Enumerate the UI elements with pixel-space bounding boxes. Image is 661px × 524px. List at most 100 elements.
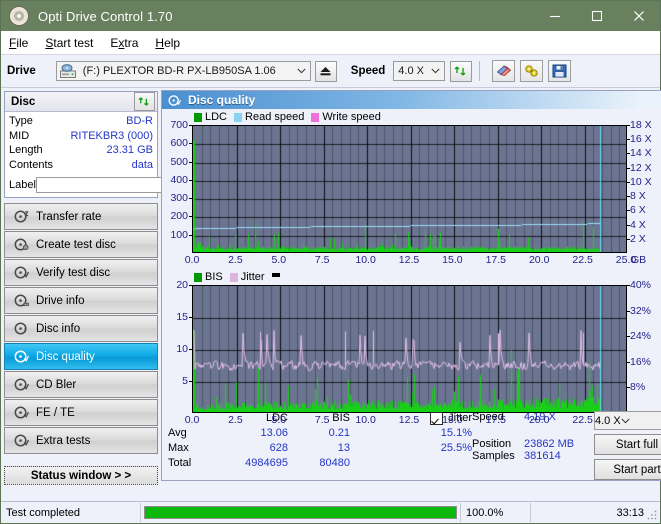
disc-row-length: Length 23.31 GB <box>9 143 153 158</box>
progress-bar <box>144 506 457 519</box>
x-tick-label: 12.5 <box>398 254 420 266</box>
test-speed-select[interactable]: 4.0 X <box>594 411 661 430</box>
x-tick-label: 10.0 <box>355 414 376 426</box>
legend-item-write-speed: Write speed <box>311 111 381 123</box>
sidebar-item-extra-tests[interactable]: Extra tests <box>4 427 158 454</box>
minimize-button[interactable] <box>534 1 576 31</box>
disc-extra-icon <box>10 433 32 448</box>
y2-tick-mark <box>627 224 630 226</box>
menu-help[interactable]: Help <box>155 36 180 50</box>
y-tick-mark <box>189 179 192 181</box>
status-window-button[interactable]: Status window > > <box>4 466 158 485</box>
x-tick-label: 2.5 <box>228 254 243 266</box>
y-tick-label: 700 <box>170 119 188 131</box>
disc-row-mid-key: MID <box>9 129 30 142</box>
disc-bler-icon <box>10 377 32 392</box>
menu-file[interactable]: File <box>9 36 28 50</box>
legend-swatch-ldc <box>194 112 202 122</box>
x-tick-label: 0.0 <box>184 414 200 426</box>
erase-button[interactable] <box>492 60 516 82</box>
window-controls <box>534 1 660 31</box>
stats-row-max-label: Max <box>168 442 189 454</box>
x-tick-label: 12.5 <box>398 414 420 426</box>
sidebar-item-disc-info[interactable]: Disc info <box>4 315 158 342</box>
save-button[interactable] <box>548 60 572 82</box>
menu-extra[interactable]: Extra <box>110 36 138 50</box>
sidebar-item-verify-test-disc[interactable]: Verify test disc <box>4 259 158 286</box>
stats-row-max: Max 628 13 <box>168 441 380 456</box>
sidebar-item-create-test-disc[interactable]: Create test disc <box>4 231 158 258</box>
jitter-max-value: 25.5% <box>440 442 472 454</box>
legend-swatch-bis <box>194 272 202 282</box>
y-tick-label: 600 <box>170 137 188 150</box>
y2-tick-label: 4 X <box>630 218 646 231</box>
speed-select-value: 4.0 X <box>398 65 424 77</box>
sidebar-item-disc-info-label: Disc info <box>36 322 81 335</box>
y2-tick-mark <box>627 336 630 338</box>
chevron-down-icon <box>297 65 306 77</box>
x-axis-unit-label: GB <box>631 254 647 266</box>
sidebar-item-transfer-rate[interactable]: Transfer rate <box>4 203 158 230</box>
maximize-button[interactable] <box>576 1 618 31</box>
menu-start-test[interactable]: Start test <box>45 36 93 50</box>
y2-tick-label: 8 X <box>630 190 646 203</box>
bis-chart-legend: BIS Jitter <box>194 271 280 283</box>
y2-tick-label: 2 X <box>630 232 646 245</box>
disc-row-contents-value: data <box>131 158 153 171</box>
y2-tick-label: 10 X <box>630 175 652 188</box>
y-tick-label: 20 <box>176 279 188 291</box>
legend-label-write-speed: Write speed <box>322 111 381 123</box>
sidebar-item-drive-info[interactable]: Drive info <box>4 287 158 314</box>
refresh-drive-button[interactable] <box>450 60 473 82</box>
start-part-button[interactable]: Start part <box>594 459 661 480</box>
y-tick-mark <box>189 234 192 236</box>
x-tick-label: 15.0 <box>442 414 463 426</box>
y2-tick-label: 40% <box>630 279 652 291</box>
status-message: Test completed <box>1 503 141 522</box>
sidebar-item-transfer-rate-label: Transfer rate <box>36 210 102 223</box>
sidebar-item-fe-te-label: FE / TE <box>36 406 75 419</box>
legend-item-read-speed: Read speed <box>234 111 304 123</box>
plug-settings-button[interactable] <box>520 60 544 82</box>
left-sidebar: Disc Type BD-R MID RITEKBR3 (000) Length… <box>1 88 239 485</box>
y2-tick-mark <box>627 196 630 198</box>
y-tick-label: 100 <box>170 228 188 241</box>
sidebar-item-cd-bler[interactable]: CD Bler <box>4 371 158 398</box>
disc-verify-icon <box>10 265 32 280</box>
sidebar-item-fe-te[interactable]: FE / TE <box>4 399 158 426</box>
status-bar: Test completed 100.0% 33:13 <box>1 501 660 523</box>
disc-row-mid: MID RITEKBR3 (000) <box>9 129 153 144</box>
legend-label-bis: BIS <box>205 271 223 283</box>
x-tick-label: 2.5 <box>228 414 243 426</box>
resize-grip-icon[interactable] <box>646 509 658 521</box>
y2-tick-mark <box>627 210 630 212</box>
y-tick-mark <box>189 317 192 318</box>
legend-label-ldc: LDC <box>205 111 228 123</box>
x-tick-label: 7.5 <box>314 254 330 266</box>
drive-select[interactable]: (F:) PLEXTOR BD-R PX-LB950SA 1.06 <box>55 61 311 81</box>
start-full-button[interactable]: Start full <box>594 434 661 455</box>
disc-info-icon <box>10 321 32 336</box>
y2-tick-mark <box>627 361 630 363</box>
speed-select[interactable]: 4.0 X <box>393 61 446 81</box>
x-tick-label: 22.5 <box>572 254 593 266</box>
disc-row-length-value: 23.31 GB <box>106 144 153 156</box>
drive-label: Drive <box>7 65 36 77</box>
ldc-chart-legend: LDC Read speed Write speed <box>194 111 388 123</box>
sidebar-item-verify-test-disc-label: Verify test disc <box>36 266 111 279</box>
y2-tick-label: 12 X <box>630 161 652 174</box>
eject-button[interactable] <box>314 60 337 82</box>
close-button[interactable] <box>618 1 660 31</box>
legend-swatch-write-speed <box>311 112 320 122</box>
app-window: Opti Drive Control 1.70 File Start test … <box>0 0 661 524</box>
sidebar-item-disc-quality[interactable]: Disc quality <box>4 343 158 370</box>
y2-tick-mark <box>627 310 630 312</box>
jitter-checkbox[interactable] <box>430 412 444 425</box>
speed-label: Speed <box>350 65 386 77</box>
disc-refresh-button[interactable] <box>134 92 155 111</box>
app-icon <box>9 6 29 26</box>
disc-drive-icon <box>10 293 32 308</box>
stats-row-avg-label: Avg <box>168 427 187 439</box>
drive-select-value: (F:) PLEXTOR BD-R PX-LB950SA 1.06 <box>82 65 276 77</box>
sidebar-item-cd-bler-label: CD Bler <box>36 378 77 391</box>
